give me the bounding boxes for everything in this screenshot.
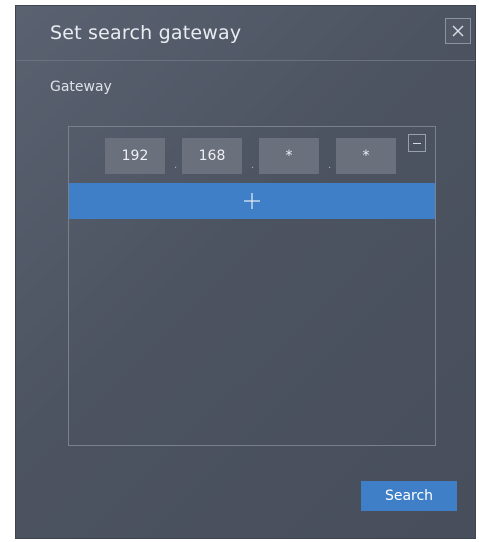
- add-gateway-button[interactable]: [69, 183, 435, 219]
- ip-octet-1-input[interactable]: 192: [105, 138, 165, 174]
- ip-separator: .: [174, 160, 178, 171]
- ip-separator: .: [328, 160, 332, 171]
- close-button[interactable]: [445, 18, 471, 44]
- search-button[interactable]: Search: [361, 481, 457, 511]
- gateway-list: 192 . 168 . * . *: [68, 126, 436, 446]
- remove-gateway-button[interactable]: [408, 134, 426, 152]
- ip-octet-2-input[interactable]: 168: [182, 138, 242, 174]
- gateway-entry: 192 . 168 . * . *: [69, 127, 435, 183]
- set-search-gateway-dialog: Set search gateway Gateway 192 . 168 . *…: [16, 6, 475, 538]
- dialog-header: Set search gateway: [16, 6, 475, 61]
- ip-octet-4-input[interactable]: *: [336, 138, 396, 174]
- minus-icon: [413, 143, 421, 144]
- ip-octet-3-input[interactable]: *: [259, 138, 319, 174]
- dialog-title: Set search gateway: [50, 22, 242, 44]
- gateway-label: Gateway: [50, 79, 112, 95]
- plus-icon: [244, 193, 260, 209]
- ip-separator: .: [251, 160, 255, 171]
- close-icon: [452, 25, 464, 37]
